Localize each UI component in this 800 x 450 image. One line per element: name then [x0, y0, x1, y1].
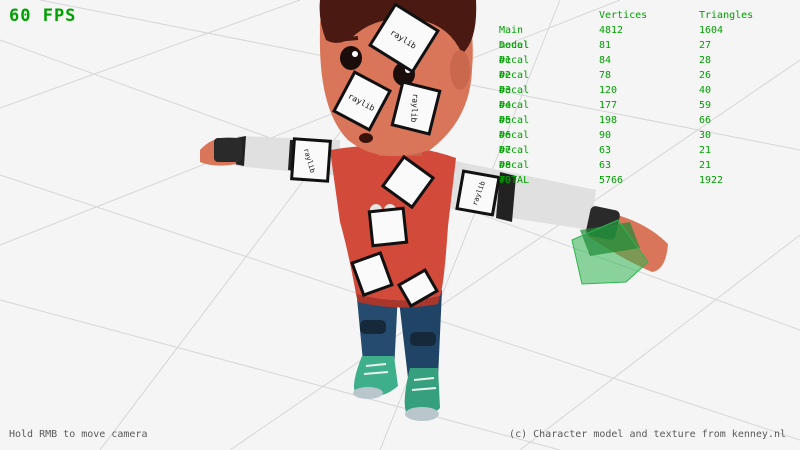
stats-total-triangles: 1922	[699, 175, 724, 186]
stats-total-name: TOTAL	[499, 175, 530, 186]
3d-viewport[interactable]: raylib raylib raylib raylib raylib	[0, 0, 800, 450]
stats-row-triangles: 66	[699, 115, 712, 126]
stats-row-vertices: 78	[599, 70, 612, 81]
stats-row-vertices: 4812	[599, 25, 624, 36]
stats-row-triangles: 59	[699, 100, 712, 111]
stats-row-triangles: 21	[699, 160, 712, 171]
stats-row-vertices: 177	[599, 100, 618, 111]
stats-row-vertices: 81	[599, 40, 612, 51]
credit-text: (c) Character model and texture from ken…	[509, 429, 786, 440]
stats-row-triangles: 30	[699, 130, 712, 141]
stats-row-vertices: 120	[599, 85, 618, 96]
stats-row-vertices: 63	[599, 160, 612, 171]
stats-row-vertices: 198	[599, 115, 618, 126]
fps-counter: 60 FPS	[9, 6, 77, 26]
knee-pad-left	[360, 320, 386, 334]
knee-pad-right	[410, 332, 436, 346]
stats-row-vertices: 63	[599, 145, 612, 156]
stats-row-triangles: 27	[699, 40, 712, 51]
stats-header-triangles: Triangles	[699, 10, 754, 21]
camera-help-text: Hold RMB to move camera	[9, 429, 148, 440]
stats-row-triangles: 21	[699, 145, 712, 156]
stats-row-triangles: 40	[699, 85, 712, 96]
character-model	[200, 0, 668, 421]
stats-row-triangles: 28	[699, 55, 712, 66]
stats-row-triangles: 26	[699, 70, 712, 81]
stats-total-vertices: 5766	[599, 175, 624, 186]
stats-header-vertices: Vertices	[599, 10, 648, 21]
left-eye	[340, 46, 362, 70]
stats-row-vertices: 90	[599, 130, 612, 141]
decal-7	[367, 206, 409, 248]
mouth	[359, 133, 373, 143]
stats-row-vertices: 84	[599, 55, 612, 66]
stats-row-triangles: 1604	[699, 25, 724, 36]
decal-4: raylib	[290, 137, 332, 183]
decal-6: raylib	[455, 169, 501, 217]
